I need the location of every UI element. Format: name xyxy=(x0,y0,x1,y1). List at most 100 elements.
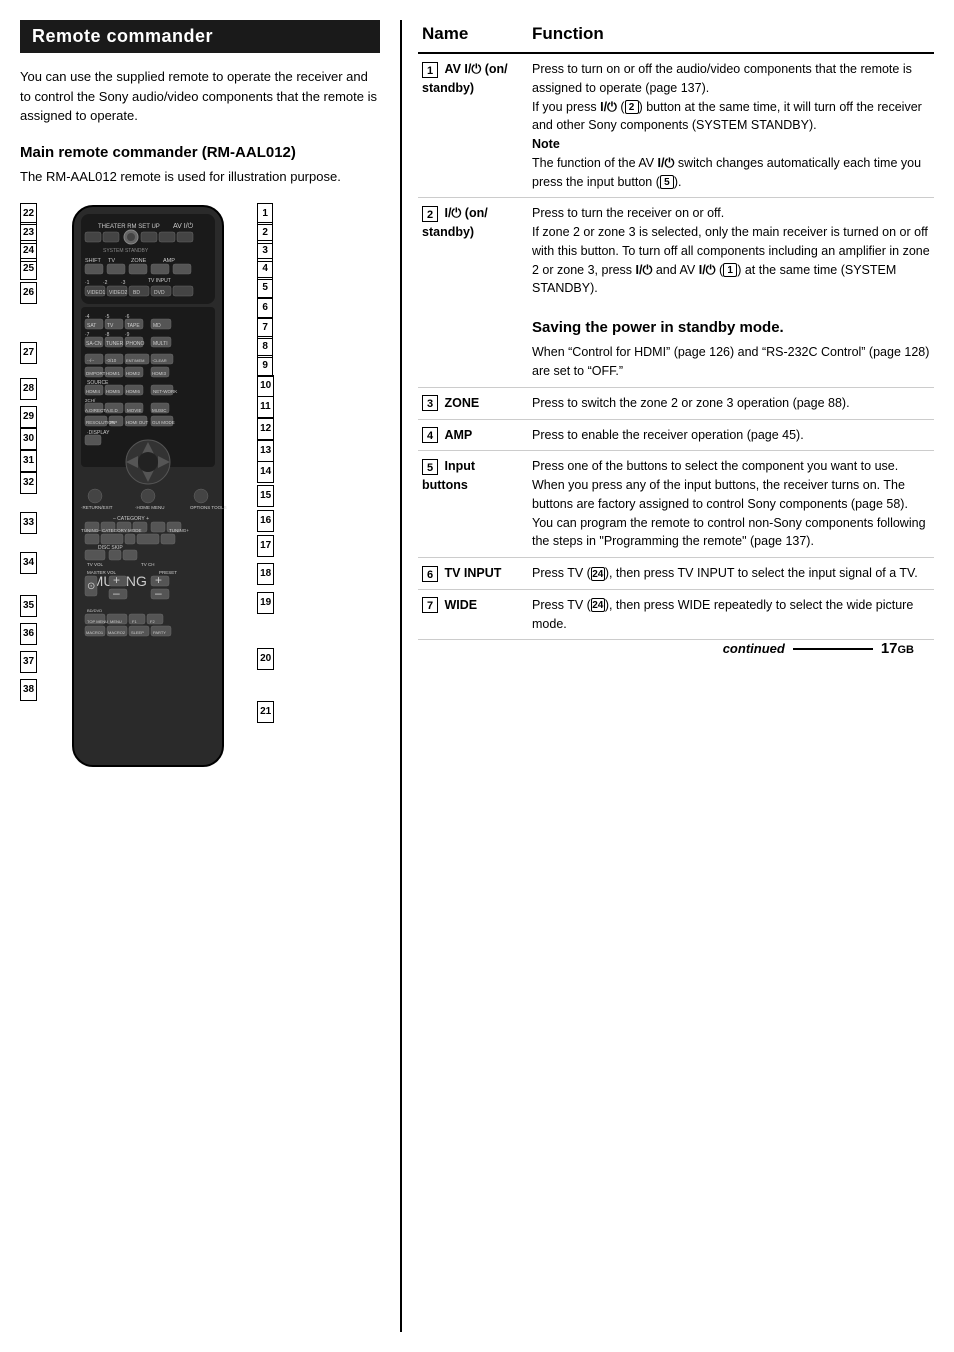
svg-text:TUNER: TUNER xyxy=(106,341,124,347)
svg-text:PIP: PIP xyxy=(110,420,117,425)
svg-text:TV CH: TV CH xyxy=(141,562,155,567)
row-num-4: 4 xyxy=(422,427,438,443)
rnum-11: 11 xyxy=(257,396,274,418)
svg-text:– CATEGORY +: – CATEGORY + xyxy=(113,516,149,522)
svg-text:A.DIRECT: A.DIRECT xyxy=(85,408,106,413)
continued-text: continued xyxy=(723,641,785,656)
num-27: 27 xyxy=(20,338,37,378)
col-function: Function xyxy=(528,20,934,53)
num-22: 22 xyxy=(20,204,37,224)
table-row: 6 TV INPUT Press TV (24), then press TV … xyxy=(418,558,934,590)
page-number: 17GB xyxy=(881,640,914,657)
num-25: 25 xyxy=(20,260,37,278)
rnum-13: 13 xyxy=(257,440,274,462)
intro-text: You can use the supplied remote to opera… xyxy=(20,67,380,126)
svg-text:·3: ·3 xyxy=(121,280,126,286)
svg-text:·RETURN/EXIT: ·RETURN/EXIT xyxy=(81,505,113,510)
svg-text:THEATER RM SET UP: THEATER RM SET UP xyxy=(98,224,160,230)
svg-text:ENT/MEM: ENT/MEM xyxy=(126,358,144,363)
svg-text:TV: TV xyxy=(108,258,115,264)
svg-text:VIDEO2: VIDEO2 xyxy=(109,290,128,296)
subsection-title: Main remote commander (RM-AAL012) xyxy=(20,144,380,161)
svg-text:–: – xyxy=(155,586,162,600)
row-7-function: Press TV (24), then press WIDE repeatedl… xyxy=(528,589,934,640)
section-title: Remote commander xyxy=(20,20,380,53)
row-num-2: 2 xyxy=(422,206,438,222)
svg-text:TV INPUT: TV INPUT xyxy=(148,278,171,284)
rnum-1: 1 xyxy=(257,204,274,224)
row-num-6: 6 xyxy=(422,566,438,582)
right-panel: Name Function 1 AV I/⏻ (on/standby) Pres… xyxy=(400,20,934,1332)
svg-text:ZONE: ZONE xyxy=(131,258,147,264)
footer-line xyxy=(793,648,873,650)
rnum-4: 4 xyxy=(257,260,274,278)
rnum-19: 19 xyxy=(257,588,274,648)
svg-text:SYSTEM STANDBY: SYSTEM STANDBY xyxy=(103,248,149,254)
row-5-function: Press one of the buttons to select the c… xyxy=(528,451,934,558)
svg-text:·HOME MENU: ·HOME MENU xyxy=(135,505,165,510)
svg-text:MUSIC: MUSIC xyxy=(152,408,167,413)
row-num-7: 7 xyxy=(422,597,438,613)
num-37: 37 xyxy=(20,648,37,676)
svg-text:MULTI: MULTI xyxy=(153,341,168,347)
rnum-14: 14 xyxy=(257,462,274,482)
left-panel: Remote commander You can use the supplie… xyxy=(20,20,400,1332)
remote-image: THEATER RM SET UP AV I/⏻ SYSTEM STANDBY … xyxy=(43,204,253,777)
function-table: Name Function 1 AV I/⏻ (on/standby) Pres… xyxy=(418,20,934,640)
svg-text:PARTY: PARTY xyxy=(153,630,166,635)
svg-text:HDMI2: HDMI2 xyxy=(126,371,140,376)
svg-text:2CH/: 2CH/ xyxy=(85,398,96,403)
row-num-5: 5 xyxy=(422,459,438,475)
svg-text:TAPE: TAPE xyxy=(127,323,140,329)
rnum-12: 12 xyxy=(257,418,274,440)
svg-text:DMPORT: DMPORT xyxy=(86,371,106,376)
svg-text:MOVIE: MOVIE xyxy=(127,408,142,413)
svg-text:+: + xyxy=(155,573,162,587)
row-6-function: Press TV (24), then press TV INPUT to se… xyxy=(528,558,934,590)
rnum-10: 10 xyxy=(257,376,274,396)
svg-text:BD: BD xyxy=(133,290,140,296)
table-row: 1 AV I/⏻ (on/standby) Press to turn on o… xyxy=(418,53,934,198)
row-3-function: Press to switch the zone 2 or zone 3 ope… xyxy=(528,387,934,419)
svg-text:HDMI3: HDMI3 xyxy=(152,371,166,376)
row-num-3: 3 xyxy=(422,395,438,411)
rnum-5: 5 xyxy=(257,278,274,298)
svg-text:MACRO1: MACRO1 xyxy=(86,630,104,635)
svg-text:SAT: SAT xyxy=(87,323,96,329)
num-36: 36 xyxy=(20,620,37,648)
svg-text:AMP: AMP xyxy=(163,258,175,264)
row-2-name: 2 I/⏻ (on/standby) xyxy=(418,198,528,388)
svg-text:⊙: ⊙ xyxy=(87,581,95,592)
row-7-name: 7 WIDE xyxy=(418,589,528,640)
svg-text:TV: TV xyxy=(107,323,114,329)
svg-text:AV I/⏻: AV I/⏻ xyxy=(173,222,194,230)
num-26: 26 xyxy=(20,278,37,338)
table-row: 3 ZONE Press to switch the zone 2 or zon… xyxy=(418,387,934,419)
rnum-17: 17 xyxy=(257,532,274,560)
svg-text:HDMI5: HDMI5 xyxy=(106,389,120,394)
svg-text:HDMI1: HDMI1 xyxy=(106,371,120,376)
remote-diagram: 22 23 24 25 26 27 28 29 30 31 32 33 34 3… xyxy=(20,204,380,777)
svg-text:HDMI OUT: HDMI OUT xyxy=(126,420,148,425)
row-6-name: 6 TV INPUT xyxy=(418,558,528,590)
num-29: 29 xyxy=(20,406,37,428)
svg-text:·CLEAR: ·CLEAR xyxy=(152,358,167,363)
svg-text:A.E.D: A.E.D xyxy=(106,408,119,413)
num-38: 38 xyxy=(20,676,37,704)
svg-text:DVD: DVD xyxy=(154,290,165,296)
svg-text:GUI MODE: GUI MODE xyxy=(152,420,175,425)
row-1-name: 1 AV I/⏻ (on/standby) xyxy=(418,53,528,198)
num-34: 34 xyxy=(20,552,37,592)
svg-text:OPTIONS TOOLS: OPTIONS TOOLS xyxy=(190,505,227,510)
svg-text:·-/--: ·-/-- xyxy=(87,358,95,363)
num-31: 31 xyxy=(20,450,37,472)
row-3-name: 3 ZONE xyxy=(418,387,528,419)
table-row: 5 Inputbuttons Press one of the buttons … xyxy=(418,451,934,558)
svg-text:MACRO2: MACRO2 xyxy=(108,630,126,635)
page-footer: continued 17GB xyxy=(418,640,934,667)
svg-text:BD/DVD: BD/DVD xyxy=(87,608,102,613)
subsection-desc: The RM-AAL012 remote is used for illustr… xyxy=(20,167,380,187)
svg-text:·0/10: ·0/10 xyxy=(106,358,117,363)
rnum-16: 16 xyxy=(257,510,274,532)
row-1-function: Press to turn on or off the audio/video … xyxy=(528,53,934,198)
